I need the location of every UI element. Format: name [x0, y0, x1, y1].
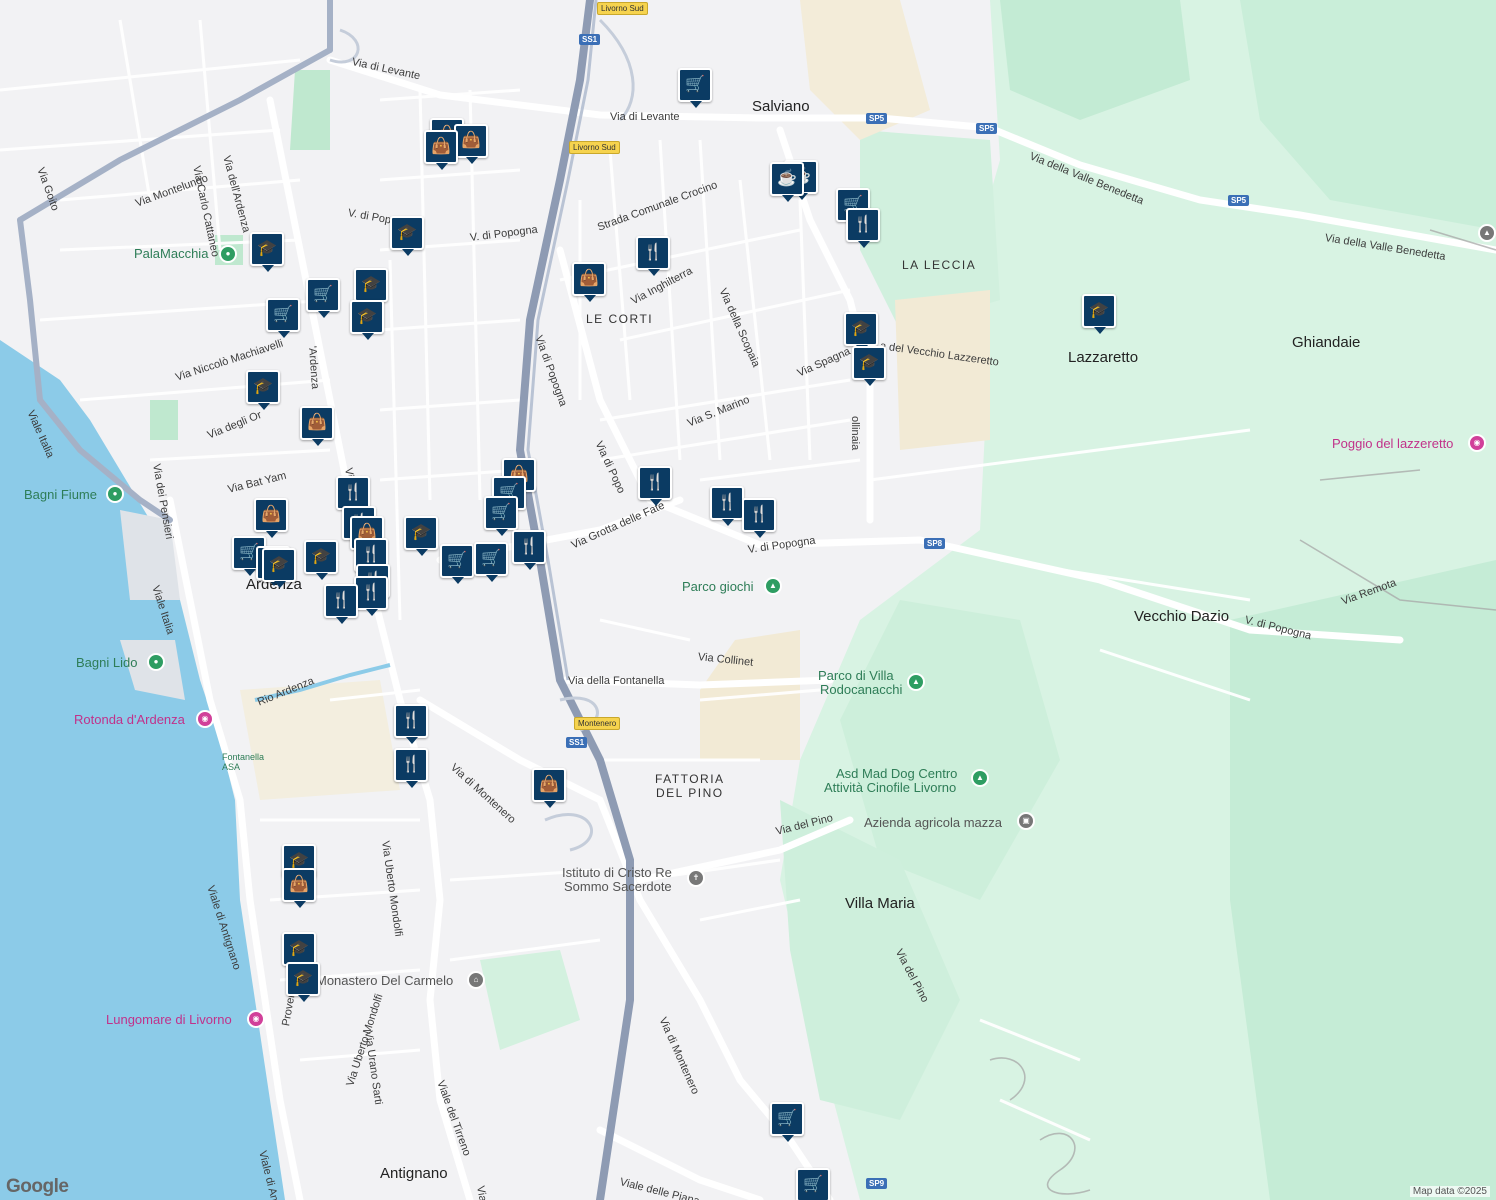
shopping-cart-icon-marker[interactable]: 🛒 [796, 1168, 830, 1200]
shopping-bag-icon-marker[interactable]: 👜 [424, 130, 458, 170]
poi-label-rotonda[interactable]: Rotonda d'Ardenza [74, 712, 185, 727]
building-icon[interactable]: ▣ [1017, 812, 1035, 830]
road-shield-ss1: SS1 [566, 737, 588, 748]
school-icon-marker[interactable]: 🎓 [1082, 294, 1116, 334]
exit-label-livorno-sud: Livorno Sud [569, 141, 620, 154]
poi-label-bagni-fiume[interactable]: Bagni Fiume [24, 487, 97, 502]
exit-label-livorno-sud: Livorno Sud [597, 2, 648, 15]
shopping-bag-icon-marker[interactable]: 👜 [532, 768, 566, 808]
tree-icon[interactable]: ▲ [907, 673, 925, 691]
place-label-salviano: Salviano [752, 98, 810, 115]
street-label: Via della Fontanella [568, 675, 665, 687]
street-label: ollinaia [849, 416, 861, 451]
tree-icon[interactable]: ▲ [971, 769, 989, 787]
school-icon-marker[interactable]: 🎓 [246, 370, 280, 410]
shopping-cart-icon-marker[interactable]: 🛒 [440, 544, 474, 584]
poi-label-palamacchia[interactable]: PalaMacchia [134, 246, 208, 261]
poi-label-fontanella: Fontanella ASA [222, 752, 265, 772]
district-label-la-leccia: LA LECCIA [902, 258, 977, 272]
poi-label-azienda-agricola[interactable]: Azienda agricola mazza [864, 815, 1002, 830]
poi-label-bagni-lido[interactable]: Bagni Lido [76, 655, 137, 670]
school-icon-marker[interactable]: 🎓 [282, 932, 316, 972]
road-shield-sp5: SP5 [976, 123, 998, 134]
sports-icon[interactable]: ● [219, 245, 237, 263]
restaurant-icon-marker[interactable]: 🍴 [638, 466, 672, 506]
restaurant-icon-marker[interactable]: 🍴 [636, 236, 670, 276]
tree-icon[interactable]: ▲ [764, 577, 782, 595]
poi-label-lungomare[interactable]: Lungomare di Livorno [106, 1012, 232, 1027]
restaurant-icon-marker[interactable]: 🍴 [742, 498, 776, 538]
poi-label-poggio-lazzeretto[interactable]: Poggio del lazzeretto [1332, 436, 1453, 451]
school-icon-marker[interactable]: 🎓 [354, 268, 388, 308]
poi-label-asd-mad-dog[interactable]: Asd Mad Dog Centro [836, 766, 957, 781]
camera-icon[interactable]: ◉ [247, 1010, 265, 1028]
coffee-icon-marker[interactable]: ☕ [770, 162, 804, 202]
school-icon-marker[interactable]: 🎓 [262, 548, 296, 588]
shopping-cart-icon-marker[interactable]: 🛒 [678, 68, 712, 108]
exit-label-montenero: Montenero [574, 717, 621, 730]
shopping-bag-icon-marker[interactable]: 👜 [300, 406, 334, 446]
school-icon-marker[interactable]: 🎓 [250, 232, 284, 272]
road-shield-sp5: SP5 [1228, 195, 1250, 206]
school-icon-marker[interactable]: 🎓 [852, 346, 886, 386]
shopping-bag-icon-marker[interactable]: 👜 [254, 498, 288, 538]
school-icon-marker[interactable]: 🎓 [350, 300, 384, 340]
shopping-cart-icon-marker[interactable]: 🛒 [474, 542, 508, 582]
restaurant-icon-marker[interactable]: 🍴 [394, 704, 428, 744]
poi-label-istituto[interactable]: Istituto di Cristo Re [562, 865, 672, 880]
school-icon[interactable]: ▲ [1478, 224, 1496, 242]
poi-label-parco-giochi[interactable]: Parco giochi [682, 579, 754, 594]
road-shield-ss1: SS1 [579, 34, 601, 45]
street-label: Via di Levante [610, 111, 680, 123]
district-label-fattoria: FATTORIA [655, 772, 725, 786]
poi-label-cinofile[interactable]: Attività Cinofile Livorno [824, 780, 956, 795]
district-label-le-corti: LE CORTI [586, 312, 654, 326]
beach-icon[interactable]: ● [106, 485, 124, 503]
beach-icon[interactable]: ● [147, 653, 165, 671]
place-label-villa-maria: Villa Maria [845, 895, 915, 912]
poi-label-monastero[interactable]: Monastero Del Carmelo [316, 973, 453, 988]
place-label-ghiandaie: Ghiandaie [1292, 334, 1361, 351]
shopping-bag-icon-marker[interactable]: 👜 [454, 124, 488, 164]
school-icon-marker[interactable]: 🎓 [304, 540, 338, 580]
cross-icon[interactable]: ✝ [687, 869, 705, 887]
road-shield-sp5: SP5 [866, 113, 888, 124]
restaurant-icon-marker[interactable]: 🍴 [336, 476, 370, 516]
shopping-cart-icon-marker[interactable]: 🛒 [484, 496, 518, 536]
camera-icon[interactable]: ◉ [196, 710, 214, 728]
museum-icon[interactable]: ⌂ [467, 971, 485, 989]
place-label-lazzaretto: Lazzaretto [1068, 349, 1139, 366]
school-icon-marker[interactable]: 🎓 [286, 962, 320, 1002]
map-attribution[interactable]: Map data ©2025 [1409, 1186, 1490, 1197]
school-icon-marker[interactable]: 🎓 [390, 216, 424, 256]
restaurant-icon-marker[interactable]: 🍴 [710, 486, 744, 526]
road-shield-sp9: SP9 [866, 1178, 888, 1189]
district-label-del-pino: DEL PINO [656, 786, 724, 800]
map-canvas[interactable]: Salviano Lazzaretto Ghiandaie Vecchio Da… [0, 0, 1496, 1200]
place-label-antignano: Antignano [380, 1165, 448, 1182]
poi-label-sommo-sacerdote[interactable]: Sommo Sacerdote [564, 879, 672, 894]
shopping-bag-icon-marker[interactable]: 👜 [282, 868, 316, 908]
place-label-vecchio-dazio: Vecchio Dazio [1134, 608, 1230, 625]
poi-label-parco-villa[interactable]: Parco di Villa [818, 668, 894, 683]
restaurant-icon-marker[interactable]: 🍴 [846, 208, 880, 248]
restaurant-icon-marker[interactable]: 🍴 [512, 530, 546, 570]
shopping-cart-icon-marker[interactable]: 🛒 [770, 1102, 804, 1142]
shopping-cart-icon-marker[interactable]: 🛒 [266, 298, 300, 338]
shopping-cart-icon-marker[interactable]: 🛒 [306, 278, 340, 318]
school-icon-marker[interactable]: 🎓 [404, 516, 438, 556]
google-logo: Google [6, 1176, 69, 1197]
school-icon-marker[interactable]: 🎓 [844, 312, 878, 352]
shopping-bag-icon-marker[interactable]: 👜 [572, 262, 606, 302]
restaurant-icon-marker[interactable]: 🍴 [354, 576, 388, 616]
restaurant-icon-marker[interactable]: 🍴 [324, 584, 358, 624]
camera-icon[interactable]: ◉ [1468, 434, 1486, 452]
poi-label-rodocanacchi[interactable]: Rodocanacchi [820, 682, 902, 697]
restaurant-icon-marker[interactable]: 🍴 [394, 748, 428, 788]
road-shield-sp8: SP8 [924, 538, 946, 549]
